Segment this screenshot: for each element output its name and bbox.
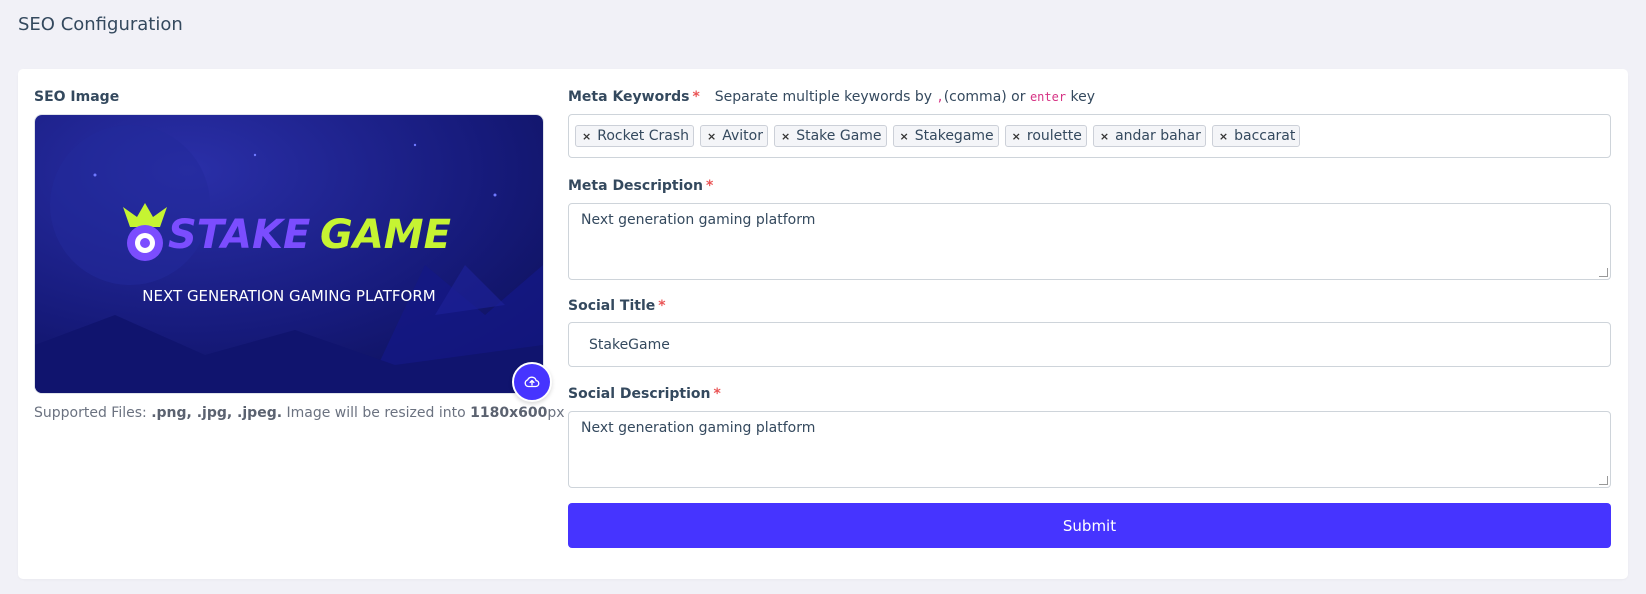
resize-size: 1180x600 [470,405,548,421]
keyword-tag-label: Rocket Crash [597,128,690,144]
banner-image: STAKE GAME NEXT GENERATION GAMING PLATFO… [35,115,543,393]
page-title: SEO Configuration [18,14,183,35]
banner-tagline: NEXT GENERATION GAMING PLATFORM [142,287,435,305]
submit-button[interactable]: Submit [568,503,1611,548]
keywords-hint: Separate multiple keywords by ,(comma) o… [714,89,1096,105]
keyword-tag: × Avitor [700,125,768,147]
resize-handle[interactable] [1599,476,1608,485]
seo-image-label: SEO Image [34,89,120,105]
remove-tag-icon[interactable]: × [705,130,718,143]
required-mark: * [692,89,700,105]
upload-image-button[interactable] [512,362,552,402]
remove-tag-icon[interactable]: × [898,130,911,143]
required-mark: * [658,298,666,314]
keyword-tag: × baccarat [1211,125,1301,147]
social-title-input[interactable]: StakeGame [568,322,1611,367]
seo-image-preview: STAKE GAME NEXT GENERATION GAMING PLATFO… [34,114,544,394]
keyword-tag: × andar bahar [1092,125,1206,147]
keyword-tag-label: andar bahar [1115,128,1201,144]
meta-description-label: Meta Description * [568,178,714,194]
supported-files-text: Supported Files: .png, .jpg, .jpeg. Imag… [34,405,565,421]
keyword-tag-label: Avitor [722,128,763,144]
resize-handle[interactable] [1599,268,1608,277]
required-mark: * [706,178,714,194]
remove-tag-icon[interactable]: × [1217,130,1230,143]
keyword-tag-label: baccarat [1234,128,1296,144]
social-description-label: Social Description * [568,386,721,402]
remove-tag-icon[interactable]: × [580,130,593,143]
keyword-tag: × Rocket Crash [575,125,695,147]
keyword-tag: × Stake Game [774,125,887,147]
meta-keywords-label: Meta Keywords * Separate multiple keyword… [568,89,1096,105]
supported-types: .png, .jpg, .jpeg. [151,405,283,421]
keyword-tag-label: roulette [1026,128,1082,144]
remove-tag-icon[interactable]: × [1098,130,1111,143]
logo-text-game: GAME [320,212,451,258]
keyword-tag: × Stakegame [892,125,999,147]
keyword-tag-label: Stakegame [914,128,994,144]
meta-description-textarea[interactable]: Next generation gaming platform [568,203,1611,280]
cloud-upload-icon [524,376,540,388]
remove-tag-icon[interactable]: × [779,130,792,143]
social-title-label: Social Title * [568,298,666,314]
keyword-tag: × roulette [1004,125,1087,147]
logo-text-stake: STAKE [168,212,310,258]
seo-config-card: SEO Image STAKE GAME NEXT GENERATION GAM… [18,69,1628,579]
remove-tag-icon[interactable]: × [1010,130,1023,143]
social-description-textarea[interactable]: Next generation gaming platform [568,411,1611,488]
required-mark: * [713,386,721,402]
keyword-tag-label: Stake Game [796,128,882,144]
meta-keywords-input[interactable]: × Rocket Crash × Avitor × Stake Game × Stakegam… [568,114,1611,158]
